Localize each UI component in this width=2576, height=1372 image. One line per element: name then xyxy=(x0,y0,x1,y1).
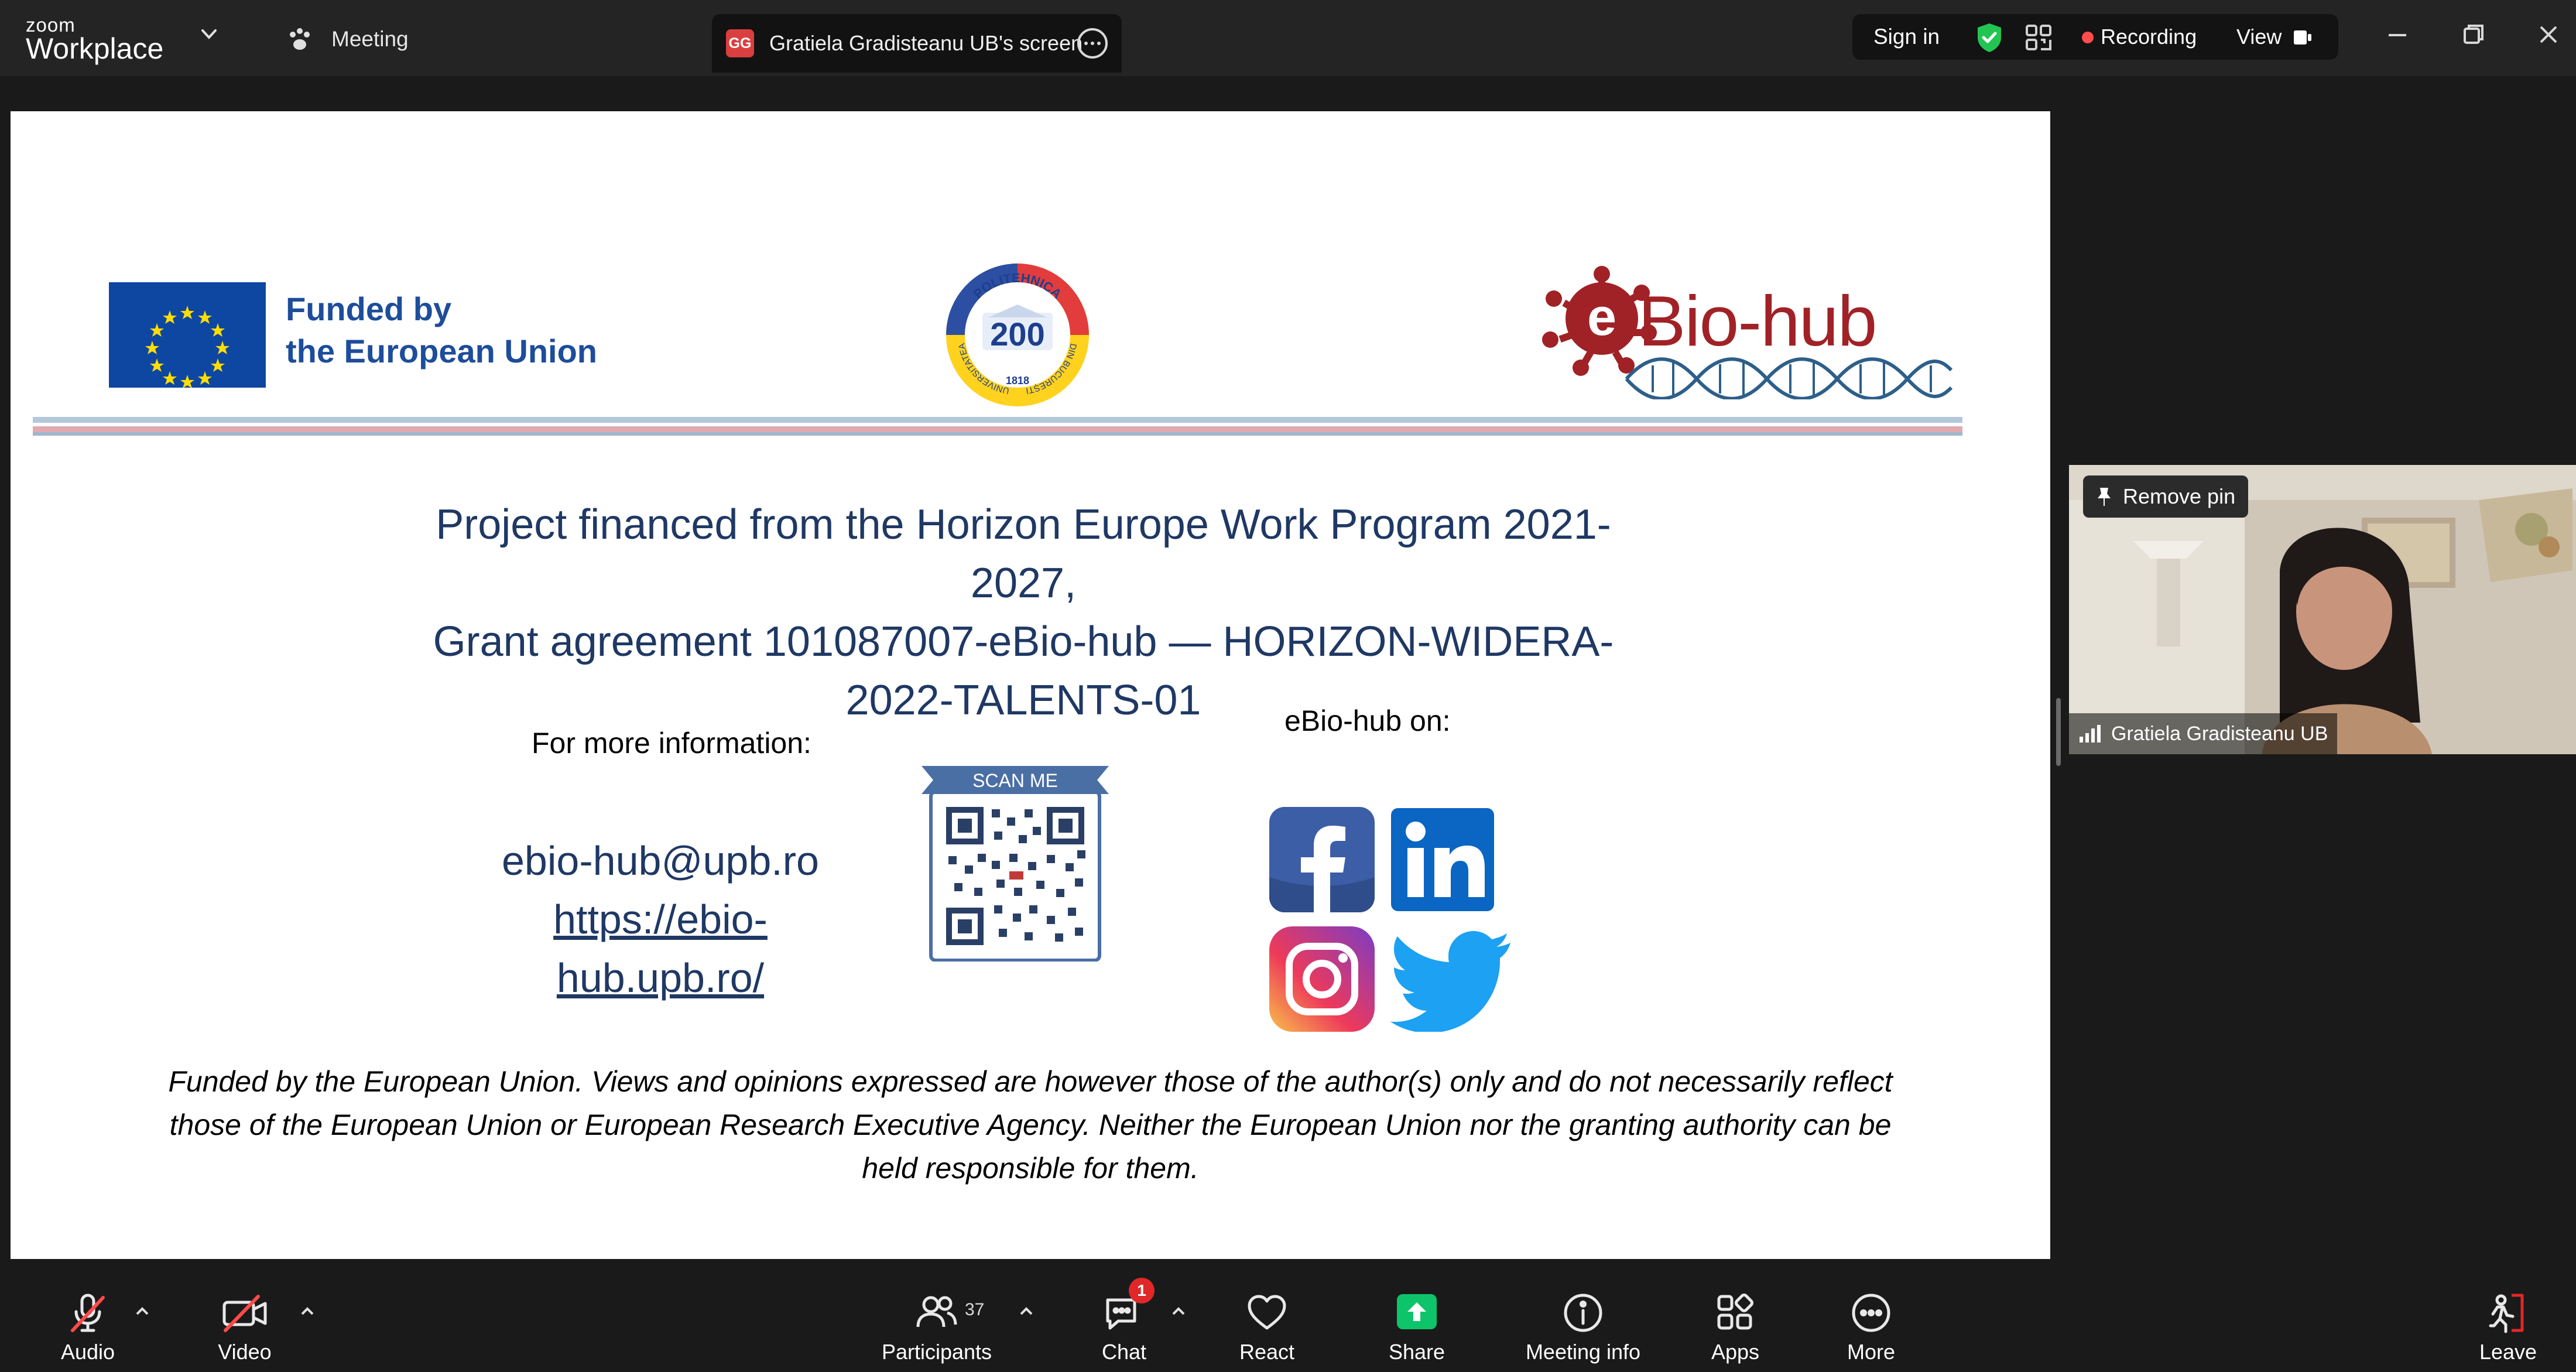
chat-button[interactable]: Chat xyxy=(1066,1289,1183,1366)
share-label: Share xyxy=(1388,1340,1445,1364)
paw-icon xyxy=(286,25,314,53)
info-icon xyxy=(1560,1289,1606,1336)
contact-block: ebio-hub@upb.ro https://ebio- hub.upb.ro… xyxy=(444,832,877,1007)
meeting-tab[interactable]: Meeting xyxy=(286,23,409,55)
title-bar: zoom Workplace Meeting GG Gratiela Gradi… xyxy=(0,0,2576,76)
sharer-avatar: GG xyxy=(726,29,754,57)
meeting-toolbar: Audio Video Participants 37 Chat 1 React… xyxy=(0,1277,2576,1372)
contact-url-line2: hub.upb.ro/ xyxy=(556,955,765,1001)
eu-text-line2: the European Union xyxy=(286,333,597,369)
brand-big-text: Workplace xyxy=(26,32,164,65)
disclaimer-line-3: held responsible for them. xyxy=(862,1152,1199,1185)
eu-text-line1: Funded by xyxy=(286,290,452,327)
chat-options-caret[interactable] xyxy=(1170,1305,1187,1319)
participant-name: Gratiela Gradisteanu UB xyxy=(2111,722,2328,745)
divider-pink xyxy=(33,426,1962,432)
minimize-icon[interactable] xyxy=(2383,20,2412,49)
scan-me-label: SCAN ME xyxy=(972,770,1058,791)
contact-email: ebio-hub@upb.ro xyxy=(502,838,819,884)
project-line-3: Grant agreement 101087007-eBio-hub — HOR… xyxy=(433,618,1614,665)
more-circle-icon xyxy=(1848,1289,1895,1336)
participants-label: Participants xyxy=(881,1340,992,1364)
leave-button[interactable]: Leave xyxy=(2450,1289,2567,1366)
remove-pin-label: Remove pin xyxy=(2123,484,2236,508)
project-line-2: 2027, xyxy=(970,560,1077,607)
apps-icon xyxy=(1712,1289,1759,1336)
twitter-icon xyxy=(1390,926,1513,1032)
recording-indicator[interactable]: Recording xyxy=(2101,25,2197,49)
record-dot-icon xyxy=(2082,32,2094,43)
eu-flag-logo xyxy=(109,282,266,388)
share-arrow-icon xyxy=(1393,1289,1440,1336)
shared-slide: Funded by the European Union POLITEHNICA… xyxy=(11,111,2050,1259)
seal-center-text: 200 xyxy=(990,316,1044,353)
eu-funding-text: Funded by the European Union xyxy=(286,288,597,372)
qr-icon[interactable] xyxy=(2023,22,2054,53)
more-button[interactable]: More xyxy=(1813,1289,1930,1366)
project-line-4: 2022-TALENTS-01 xyxy=(845,677,1201,724)
mic-off-icon xyxy=(64,1289,111,1336)
close-icon[interactable] xyxy=(2534,20,2563,49)
disclaimer-line-1: Funded by the European Union. Views and … xyxy=(168,1065,1893,1098)
audio-button[interactable]: Audio xyxy=(29,1289,146,1366)
scan-me-qr-code: SCAN ME xyxy=(922,762,1109,962)
signal-icon xyxy=(2078,724,2102,744)
view-button[interactable]: View xyxy=(2236,25,2282,49)
linkedin-icon xyxy=(1390,807,1495,912)
seal-year-text: 1818 xyxy=(1006,375,1029,386)
ebio-on-label: eBio-hub on: xyxy=(1284,704,1451,737)
chevron-down-icon[interactable] xyxy=(199,26,219,43)
view-icon[interactable] xyxy=(2290,26,2314,49)
remove-pin-button[interactable]: Remove pin xyxy=(2083,475,2249,518)
project-funding-text: Project financed from the Horizon Europe… xyxy=(338,495,1708,730)
shared-screen-tab[interactable]: GG Gratiela Gradisteanu UB's screen xyxy=(712,14,1122,73)
apps-button[interactable]: Apps xyxy=(1677,1289,1794,1366)
participants-count: 37 xyxy=(965,1300,985,1319)
shared-screen-tab-label: Gratiela Gradisteanu UB's screen xyxy=(769,31,1083,55)
restore-icon[interactable] xyxy=(2459,20,2488,49)
leave-icon xyxy=(2485,1289,2532,1336)
meeting-info-button[interactable]: Meeting info xyxy=(1525,1289,1642,1366)
leave-label: Leave xyxy=(2479,1340,2537,1364)
panel-resize-handle[interactable] xyxy=(2056,698,2061,766)
react-button[interactable]: React xyxy=(1208,1289,1325,1366)
chat-unread-badge: 1 xyxy=(1129,1278,1155,1303)
divider-blue-thin xyxy=(33,432,1962,436)
politehnica-200-seal: POLITEHNICA UNIVERSITATEA DIN BUCUREȘTI … xyxy=(941,259,1094,411)
zoom-workplace-logo[interactable]: zoom Workplace xyxy=(26,14,219,65)
more-info-label: For more information: xyxy=(532,727,811,759)
project-line-1: Project financed from the Horizon Europe… xyxy=(436,501,1611,548)
chat-label: Chat xyxy=(1101,1340,1147,1364)
share-button[interactable]: Share xyxy=(1358,1289,1475,1366)
ebio-logo-e: e xyxy=(1587,288,1616,347)
pin-icon xyxy=(2096,487,2112,507)
audio-options-caret[interactable] xyxy=(133,1305,151,1319)
disclaimer-line-2: those of the European Union or European … xyxy=(169,1108,1892,1141)
participant-video-tile[interactable]: Remove pin Gratiela Gradisteanu UB xyxy=(2069,465,2576,754)
instagram-icon xyxy=(1269,926,1375,1032)
contact-url-line1: https://ebio- xyxy=(553,897,768,942)
ebio-hub-logo-text: Bio-hub xyxy=(1638,281,1878,361)
meeting-info-label: Meeting info xyxy=(1525,1340,1641,1364)
apps-label: Apps xyxy=(1711,1340,1760,1364)
facebook-icon xyxy=(1269,807,1375,912)
react-label: React xyxy=(1239,1340,1295,1364)
participants-options-caret[interactable] xyxy=(1018,1305,1035,1319)
heart-icon xyxy=(1244,1289,1290,1336)
participants-icon xyxy=(913,1289,960,1336)
video-options-caret[interactable] xyxy=(299,1305,316,1319)
more-label: More xyxy=(1847,1340,1896,1364)
topbar-controls: Sign in Recording View xyxy=(1852,14,2338,60)
participant-name-tag: Gratiela Gradisteanu UB xyxy=(2069,713,2338,754)
sign-in-button[interactable]: Sign in xyxy=(1873,25,1940,49)
audio-label: Audio xyxy=(60,1340,115,1364)
divider-blue xyxy=(33,417,1962,423)
video-off-icon xyxy=(218,1289,271,1336)
more-icon[interactable] xyxy=(1077,28,1108,59)
video-button[interactable]: Video xyxy=(186,1289,303,1366)
eu-disclaimer: Funded by the European Union. Views and … xyxy=(104,1060,1957,1190)
video-label: Video xyxy=(218,1340,272,1364)
shield-check-icon[interactable] xyxy=(1972,20,2007,55)
meeting-tab-label: Meeting xyxy=(331,27,409,51)
